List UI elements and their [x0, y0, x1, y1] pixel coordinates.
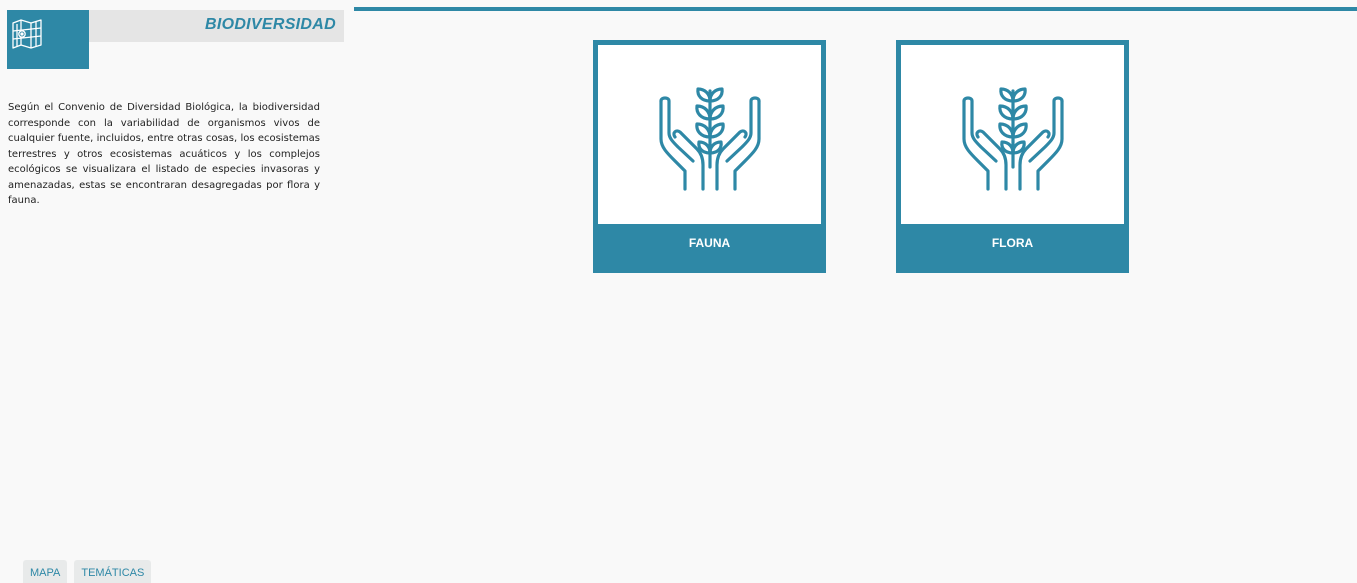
tab-mapa[interactable]: MAPA [23, 560, 68, 583]
bottom-tabs: MAPA TEMÁTICAS [23, 560, 152, 583]
tab-tematicas[interactable]: TEMÁTICAS [74, 560, 152, 583]
fauna-card[interactable]: FAUNA [593, 40, 826, 273]
flora-card[interactable]: FLORA [896, 40, 1129, 273]
top-divider [354, 7, 1357, 11]
hands-plant-icon [658, 86, 761, 191]
fauna-card-image [598, 45, 821, 224]
title-bar: BIODIVERSIDAD [89, 10, 344, 42]
hands-plant-icon [961, 86, 1064, 191]
description-text: Según el Convenio de Diversidad Biológic… [8, 102, 320, 206]
map-icon [12, 19, 42, 49]
flora-card-label: FLORA [991, 235, 1034, 250]
flora-card-image [901, 45, 1124, 224]
page-title: BIODIVERSIDAD [204, 16, 336, 33]
map-icon-box [7, 10, 89, 69]
fauna-card-label: FAUNA [688, 235, 731, 250]
page: BIODIVERSIDAD Según el Convenio de Diver… [0, 0, 1357, 583]
